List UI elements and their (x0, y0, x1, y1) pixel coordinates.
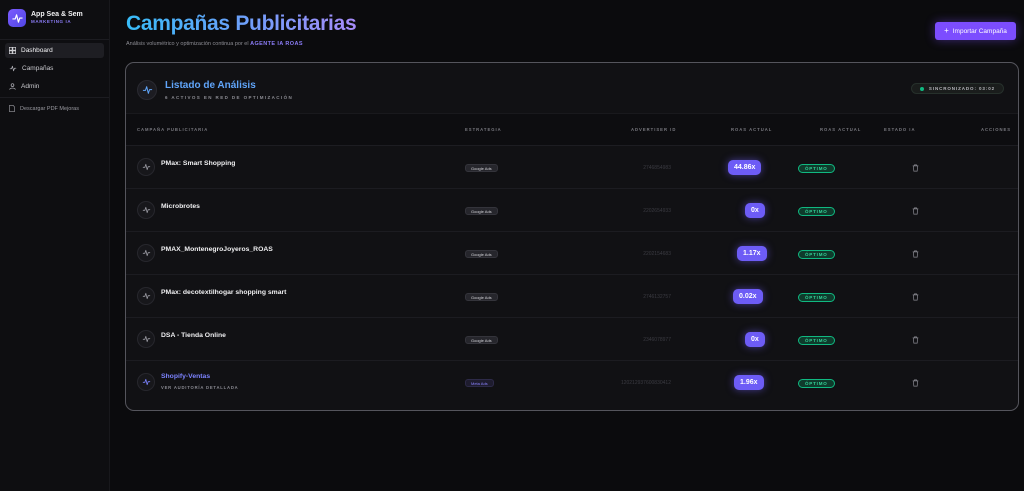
activity-icon (137, 244, 155, 262)
campaign-name[interactable]: PMax: Smart Shopping (161, 160, 235, 167)
strategy-badge: Google Ads (465, 207, 498, 215)
sidebar-divider (0, 39, 109, 40)
table-row[interactable]: Shopify-Ventas VER AUDITORÍA DETALLADA M… (126, 361, 1018, 404)
audit-link[interactable]: VER AUDITORÍA DETALLADA (161, 385, 239, 390)
panel-header: Listado de Análisis 6 ACTIVOS EN RED DE … (126, 63, 1018, 113)
sidebar-item-campanas[interactable]: Campañas (5, 61, 104, 76)
column-header-campaign[interactable]: CAMPAÑA PUBLICITARIA (137, 127, 208, 132)
trash-icon[interactable] (911, 292, 920, 302)
trash-icon[interactable] (911, 206, 920, 216)
activity-icon (137, 158, 155, 176)
page-subtitle-text: Análisis volumétrico y optimización cont… (126, 41, 249, 47)
column-header-strategy[interactable]: ESTRATEGIA (465, 127, 502, 132)
advertiser-id: 120212937600830412 (620, 380, 671, 386)
strategy-badge: Google Ads (465, 164, 498, 172)
table-row[interactable]: PMAX_MontenegroJoyeros_ROAS Google Ads 2… (126, 232, 1018, 275)
sync-status-badge: SINCRONIZADO: 03:02 (910, 83, 1004, 94)
status-badge: ÓPTIMO (798, 164, 835, 173)
sidebar-divider (0, 97, 109, 98)
roas-pill: 0x (745, 332, 765, 347)
sidebar-item-label: Admin (21, 83, 40, 90)
strategy-badge: Meta Ads (465, 379, 494, 387)
user-icon (9, 83, 16, 90)
table-row[interactable]: DSA - Tienda Online Google Ads 234607897… (126, 318, 1018, 361)
roas-pill: 1.96x (734, 375, 764, 390)
trash-icon[interactable] (911, 163, 920, 173)
table-row[interactable]: PMax: Smart Shopping Google Ads 27468549… (126, 146, 1018, 189)
plus-icon: + (944, 26, 949, 35)
activity-icon (137, 330, 155, 348)
status-badge: ÓPTIMO (798, 207, 835, 216)
download-pdf-button[interactable]: Descargar PDF Mejoras (5, 101, 104, 116)
advertiser-id: 2202154683 (643, 251, 671, 257)
activity-icon (137, 287, 155, 305)
table-row[interactable]: Microbrotes Google Ads 2202654933 0x ÓPT… (126, 189, 1018, 232)
campaign-name[interactable]: DSA - Tienda Online (161, 332, 226, 339)
column-header-advertiser-id[interactable]: ADVERTISER ID (631, 127, 676, 132)
status-badge: ÓPTIMO (798, 293, 835, 302)
activity-logo-icon (8, 9, 26, 27)
activity-icon (137, 201, 155, 219)
trash-icon[interactable] (911, 335, 920, 345)
activity-icon (9, 65, 17, 72)
trash-icon[interactable] (911, 378, 920, 388)
agent-highlight: AGENTE IA ROAS (250, 41, 303, 47)
campaign-name[interactable]: PMAX_MontenegroJoyeros_ROAS (161, 246, 273, 253)
status-badge: ÓPTIMO (798, 379, 835, 388)
campaign-name[interactable]: Microbrotes (161, 203, 200, 210)
roas-pill: 0x (745, 203, 765, 218)
roas-pill: 0.02x (733, 289, 763, 304)
advertiser-id: 2746132757 (643, 294, 671, 300)
brand[interactable]: App Sea & Sem MARKETING IA (0, 0, 109, 36)
strategy-badge: Google Ads (465, 336, 498, 344)
advertiser-id: 2202654933 (643, 208, 671, 214)
grid-icon (9, 47, 16, 54)
campaign-name[interactable]: PMax: decotextilhogar shopping smart (161, 289, 286, 296)
sidebar-item-label: Dashboard (21, 47, 53, 54)
advertiser-id: 2346078977 (643, 337, 671, 343)
trash-icon[interactable] (911, 249, 920, 259)
column-header-roas-2[interactable]: ROAS ACTUAL (820, 127, 861, 132)
page-title: Campañas Publicitarias (126, 12, 357, 35)
status-badge: ÓPTIMO (798, 336, 835, 345)
import-campaign-button[interactable]: + Importar Campaña (935, 22, 1016, 40)
column-header-acciones: ACCIONES (981, 127, 1012, 132)
sidebar-item-dashboard[interactable]: Dashboard (5, 43, 104, 58)
roas-pill: 1.17x (737, 246, 767, 261)
page-subtitle: Análisis volumétrico y optimización cont… (126, 41, 303, 47)
activity-icon (137, 80, 157, 100)
table-row[interactable]: PMax: decotextilhogar shopping smart Goo… (126, 275, 1018, 318)
app-subtitle: MARKETING IA (31, 19, 72, 25)
activity-icon (137, 373, 155, 391)
campaigns-panel: Listado de Análisis 6 ACTIVOS EN RED DE … (125, 62, 1019, 411)
status-badge: ÓPTIMO (798, 250, 835, 259)
sidebar: App Sea & Sem MARKETING IA Dashboard Cam… (0, 0, 110, 491)
document-icon (9, 105, 15, 112)
download-pdf-label: Descargar PDF Mejoras (20, 105, 79, 112)
sidebar-item-label: Campañas (22, 65, 54, 72)
roas-pill: 44.86x (728, 160, 762, 175)
column-header-estado[interactable]: ESTADO IA (884, 127, 916, 132)
panel-subtitle: 6 ACTIVOS EN RED DE OPTIMIZACIÓN (165, 95, 294, 100)
sync-status-label: SINCRONIZADO: 03:02 (928, 86, 995, 91)
strategy-badge: Google Ads (465, 293, 498, 301)
campaign-name[interactable]: Shopify-Ventas (161, 373, 210, 380)
status-dot-icon (919, 86, 924, 91)
app-name: App Sea & Sem (31, 11, 83, 19)
strategy-badge: Google Ads (465, 250, 498, 258)
panel-title: Listado de Análisis (165, 80, 256, 91)
column-header-roas[interactable]: ROAS ACTUAL (731, 127, 772, 132)
advertiser-id: 2746854983 (643, 165, 671, 171)
import-campaign-label: Importar Campaña (952, 27, 1007, 35)
sidebar-item-admin[interactable]: Admin (5, 79, 104, 94)
